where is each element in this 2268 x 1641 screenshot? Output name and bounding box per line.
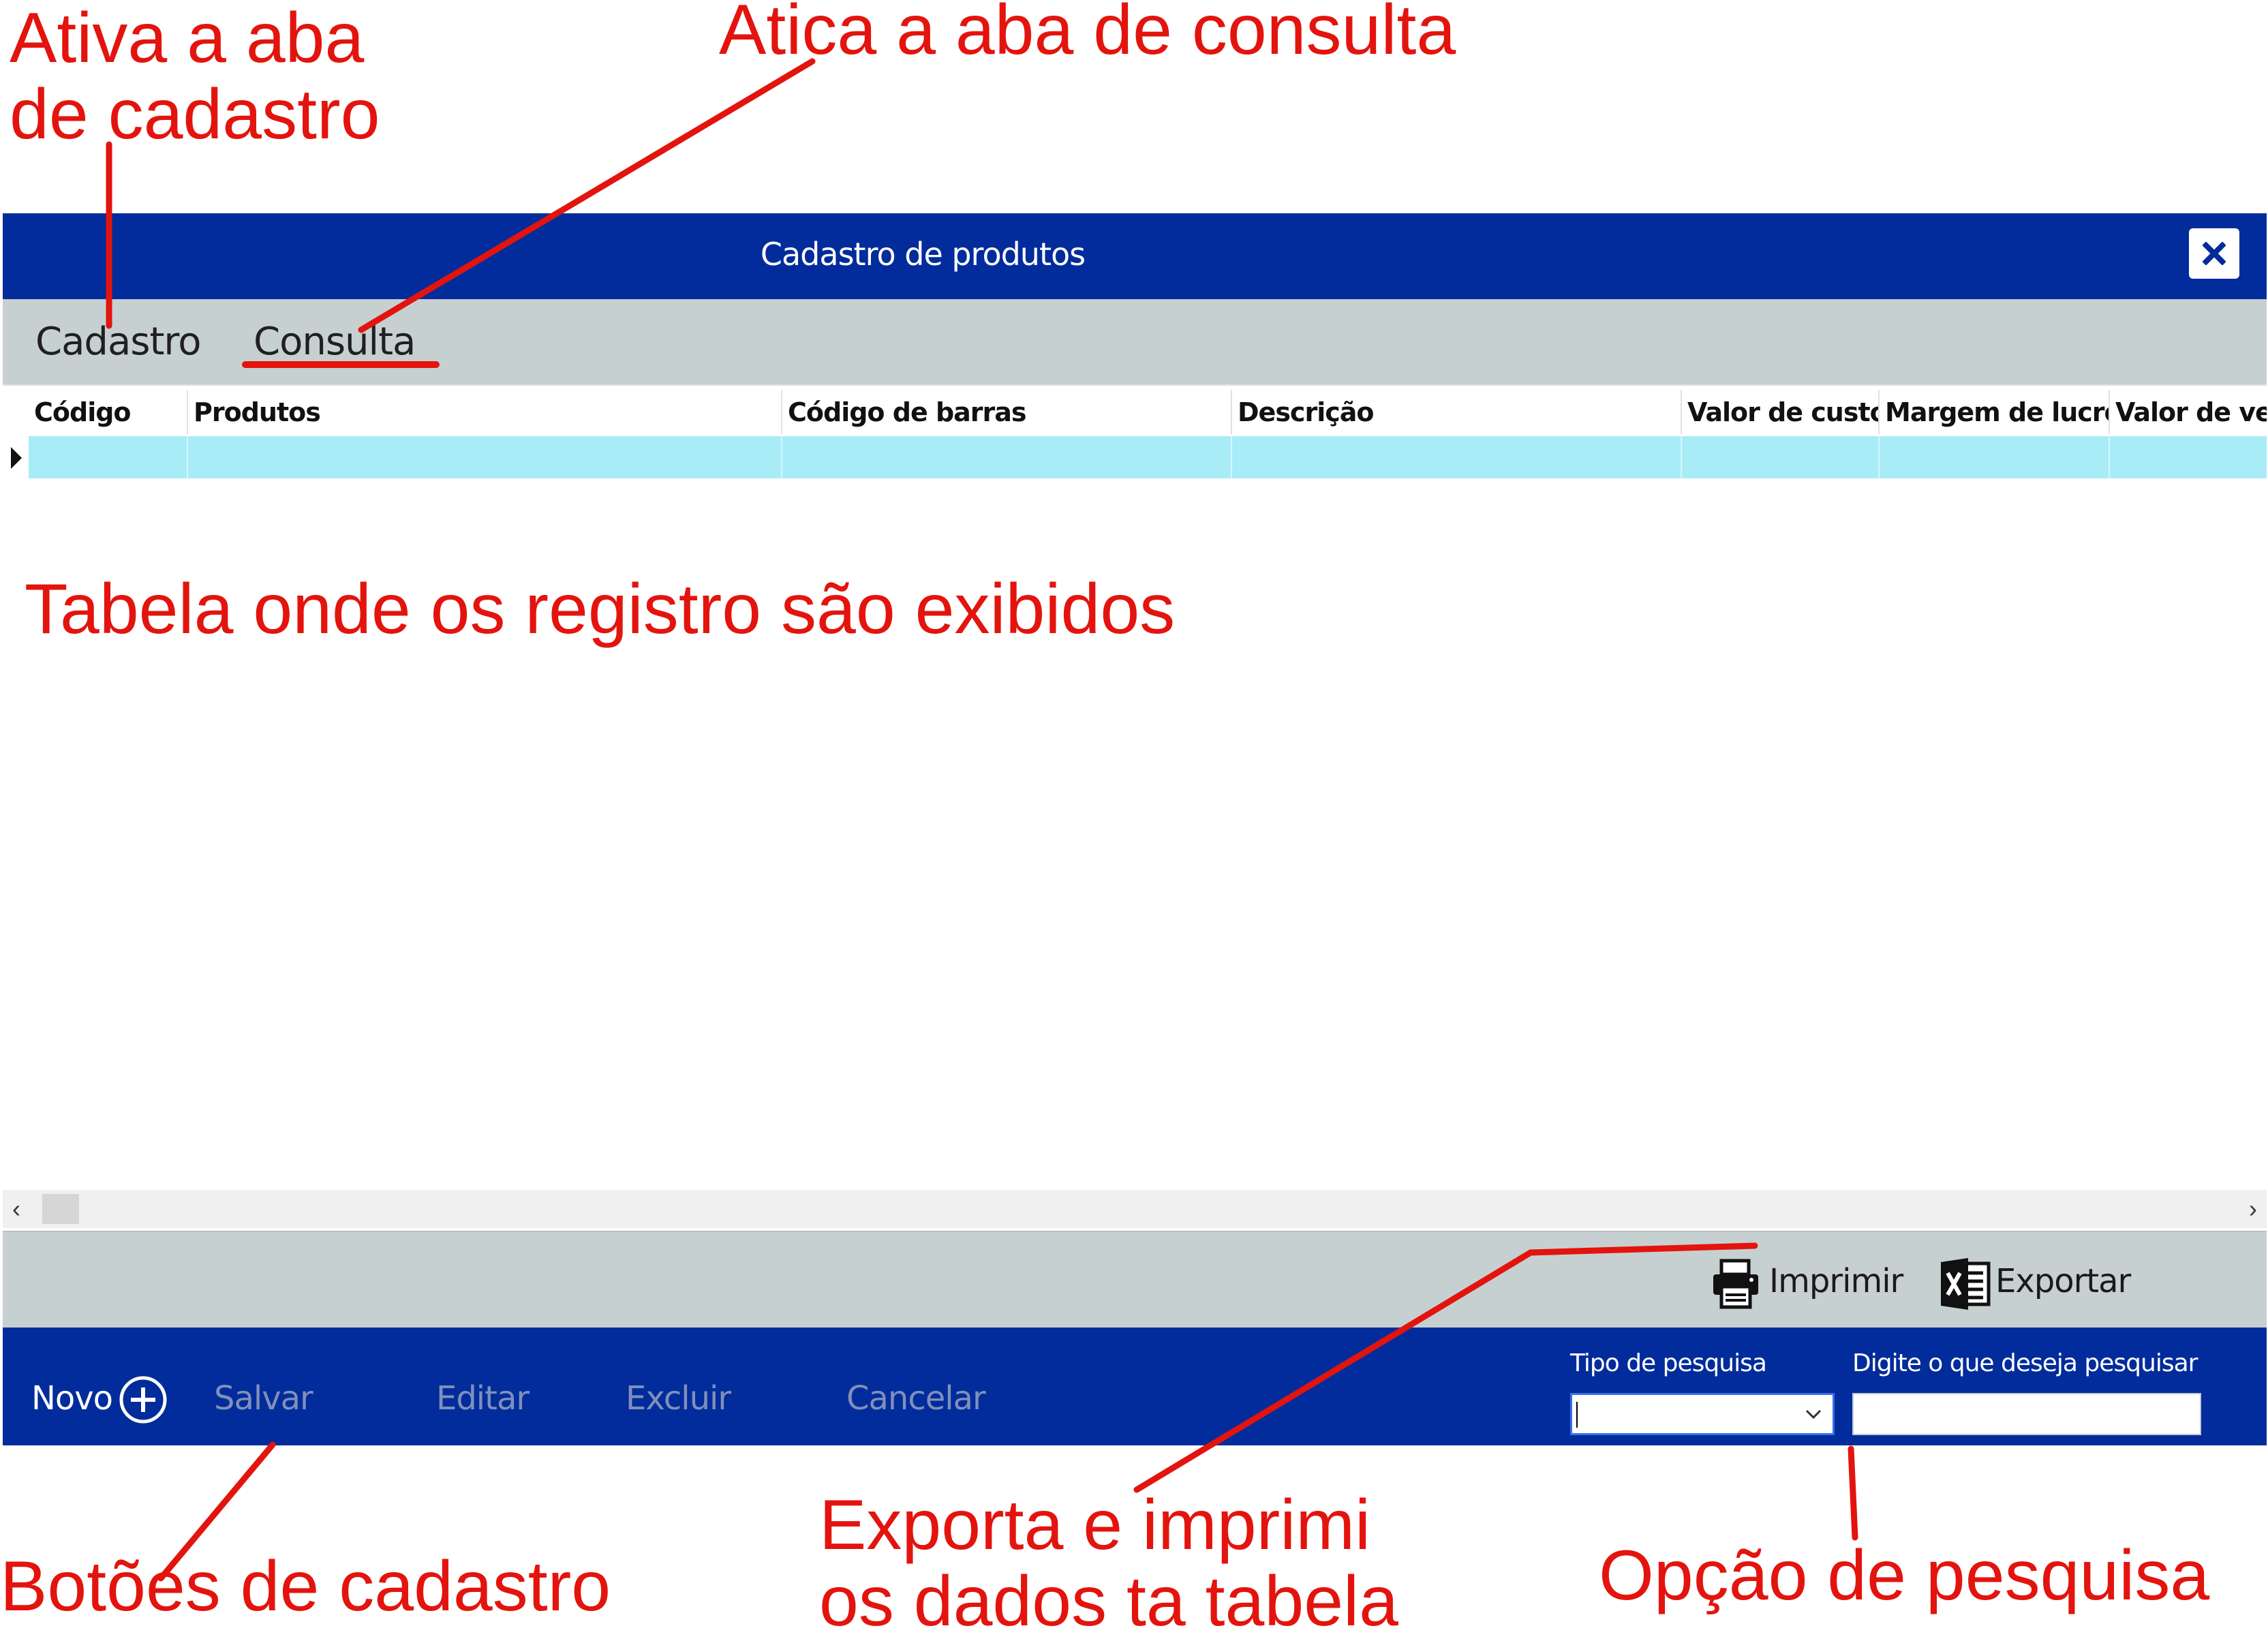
title-bar: Cadastro de produtos	[3, 213, 2267, 299]
search-type-select[interactable]	[1570, 1393, 1835, 1435]
action-bar: Imprimir Exportar	[3, 1231, 2267, 1329]
cell-divider	[2109, 436, 2110, 478]
tab-consulta[interactable]: Consulta	[254, 320, 416, 365]
scroll-left-icon[interactable]: ‹	[12, 1194, 20, 1224]
cancelar-button[interactable]: Cancelar	[846, 1378, 986, 1419]
annotation-line: de cadastro	[10, 75, 380, 154]
plus-circle-icon[interactable]	[116, 1372, 170, 1427]
cell-divider	[781, 436, 782, 478]
column-header-codigo-de-barras[interactable]: Código de barras	[782, 390, 1232, 435]
annotation-line-search	[1848, 1445, 1858, 1541]
scroll-thumb[interactable]	[42, 1194, 79, 1224]
annotation-table: Tabela onde os registro são exibidos	[25, 570, 1176, 649]
search-type-label: Tipo de pesquisa	[1570, 1349, 1767, 1377]
window-title: Cadastro de produtos	[760, 236, 1086, 273]
search-input[interactable]	[1852, 1393, 2201, 1435]
editar-button[interactable]: Editar	[436, 1378, 530, 1419]
tab-cadastro[interactable]: Cadastro	[35, 320, 201, 365]
close-button[interactable]	[2189, 228, 2239, 279]
annotation-line: Exporta e imprimi	[819, 1486, 1371, 1565]
products-table[interactable]: Código Produtos Código de barras Descriç…	[3, 384, 2267, 1232]
cell-divider	[1681, 436, 1682, 478]
annotation-consulta-tab: Atica a aba de consulta	[719, 0, 1456, 70]
app-window: Cadastro de produtos Cadastro Consulta C…	[3, 213, 2267, 1445]
column-header-valor-de-venda[interactable]: Valor de ve	[2110, 390, 2267, 435]
export-label: Exportar	[1995, 1262, 2131, 1300]
excluir-button[interactable]: Excluir	[626, 1378, 731, 1419]
tab-bar: Cadastro Consulta	[3, 299, 2267, 384]
printer-icon	[1713, 1259, 1758, 1309]
column-header-valor-de-custo[interactable]: Valor de custo	[1682, 390, 1880, 435]
annotation-cadastro-tab: Ativa a aba de cadastro	[10, 0, 380, 153]
salvar-button[interactable]: Salvar	[214, 1378, 313, 1419]
table-header: Código Produtos Código de barras Descriç…	[3, 390, 2267, 435]
close-icon	[2203, 242, 2226, 265]
cell-divider	[1878, 436, 1880, 478]
cell-divider	[187, 436, 188, 478]
excel-icon	[1941, 1258, 1991, 1310]
novo-button[interactable]: Novo	[31, 1378, 113, 1419]
scroll-right-icon[interactable]: ›	[2249, 1194, 2257, 1224]
print-label: Imprimir	[1769, 1262, 1903, 1300]
table-row[interactable]	[29, 436, 2267, 478]
annotation-search-option: Opção de pesquisa	[1599, 1536, 2210, 1615]
column-header-codigo[interactable]: Código	[29, 390, 188, 435]
search-query-label: Digite o que deseja pesquisar	[1852, 1349, 2198, 1377]
annotation-line: Ativa a aba	[10, 0, 365, 78]
cell-divider	[1231, 436, 1232, 478]
print-button[interactable]: Imprimir	[1706, 1257, 1904, 1311]
bottom-bar: Novo Salvar Editar Excluir Cancelar Tipo…	[3, 1328, 2267, 1445]
horizontal-scrollbar[interactable]: ‹ ›	[3, 1190, 2267, 1228]
text-cursor	[1576, 1402, 1578, 1428]
row-indicator-icon	[11, 447, 22, 469]
export-button[interactable]: Exportar	[1938, 1257, 2143, 1311]
annotation-export-print: Exporta e imprimi os dados ta tabela	[819, 1487, 1398, 1640]
column-header-produtos[interactable]: Produtos	[188, 390, 782, 435]
annotation-crud-buttons: Botões de cadastro	[0, 1547, 611, 1626]
chevron-down-icon[interactable]	[1804, 1405, 1823, 1424]
annotation-line: os dados ta tabela	[819, 1562, 1398, 1641]
column-header-margem-de-lucro[interactable]: Margem de lucro	[1880, 390, 2110, 435]
column-header-descricao[interactable]: Descrição	[1232, 390, 1682, 435]
